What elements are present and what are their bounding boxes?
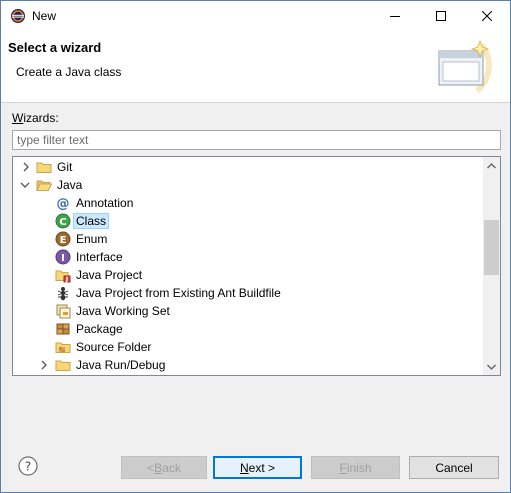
folder-open-icon [36, 180, 52, 191]
tree-item-enum[interactable]: E Enum [13, 230, 483, 248]
back-button[interactable]: < Back [121, 456, 207, 479]
svg-text:?: ? [25, 460, 31, 474]
cancel-button[interactable]: Cancel [409, 456, 499, 479]
close-icon [482, 11, 492, 21]
java-project-icon: J [55, 270, 71, 283]
next-button[interactable]: Next > [213, 456, 302, 479]
maximize-button[interactable] [418, 1, 464, 31]
package-icon [56, 323, 70, 335]
tree-item-label: Class [72, 213, 110, 229]
finish-button[interactable]: Finish [311, 456, 400, 479]
window-title: New [32, 9, 57, 23]
maximize-icon [436, 11, 446, 21]
help-icon[interactable]: ? [18, 456, 38, 476]
interface-icon: I [55, 249, 71, 265]
folder-icon [36, 162, 52, 173]
scroll-down-button[interactable] [483, 358, 500, 375]
tree-item-annotation[interactable]: @ Annotation [13, 194, 483, 212]
tree-item-interface[interactable]: I Interface [13, 248, 483, 266]
chevron-right-icon[interactable] [39, 359, 49, 371]
enum-icon: E [55, 231, 71, 247]
tree-item-source-folder[interactable]: Source Folder [13, 338, 483, 356]
chevron-up-icon [487, 162, 496, 168]
wizard-tree[interactable]: Git Java @ Annotation C Class E Enum I I… [12, 156, 501, 376]
chevron-down-icon [487, 364, 496, 370]
svg-text:@: @ [57, 197, 70, 212]
tree-item-class[interactable]: C Class [13, 212, 483, 230]
svg-text:C: C [59, 217, 66, 228]
tree-item-label: Java [57, 178, 83, 192]
svg-text:J: J [65, 276, 68, 283]
banner-title: Select a wizard [8, 40, 102, 55]
tree-item-ant-project[interactable]: Java Project from Existing Ant Buildfile [13, 284, 483, 302]
tree-item-label: Java Working Set [76, 304, 170, 318]
tree-item-java-project[interactable]: J Java Project [13, 266, 483, 284]
eclipse-icon [11, 9, 25, 23]
working-set-icon [56, 304, 71, 319]
ant-icon [57, 287, 69, 301]
minimize-icon [390, 16, 400, 17]
tree-item-java-run-debug[interactable]: Java Run/Debug [13, 356, 483, 374]
tree-item-label: Java Project [76, 268, 143, 282]
tree-item-label: Git [57, 160, 73, 174]
scroll-up-button[interactable] [483, 157, 500, 174]
class-icon: C [55, 213, 71, 229]
wizards-label: Wizards: [12, 111, 59, 125]
wizard-banner: Select a wizard Create a Java class [1, 31, 510, 103]
svg-text:I: I [61, 253, 65, 264]
filter-input[interactable] [12, 130, 501, 150]
annotation-icon: @ [57, 197, 70, 212]
tree-item-package[interactable]: Package [13, 320, 483, 338]
svg-text:E: E [60, 235, 67, 246]
wizard-banner-graphic [438, 39, 492, 94]
tree-item-label: Java Project from Existing Ant Buildfile [76, 286, 281, 300]
scrollbar-thumb[interactable] [484, 220, 499, 275]
tree-item-label: Package [76, 322, 123, 336]
chevron-right-icon[interactable] [21, 161, 31, 173]
tree-item-java-working-set[interactable]: Java Working Set [13, 302, 483, 320]
tree-item-label: Java Run/Debug [76, 358, 166, 372]
tree-item-label: Enum [76, 232, 108, 246]
tree-item-java[interactable]: Java [13, 176, 483, 194]
folder-icon [55, 360, 71, 371]
chevron-down-icon[interactable] [20, 179, 30, 191]
vertical-scrollbar[interactable] [483, 157, 500, 375]
tree-item-label: Source Folder [76, 340, 152, 354]
tree-item-label: Interface [76, 250, 123, 264]
new-wizard-dialog: New Select a wizard Create a Java class … [0, 0, 511, 493]
title-bar[interactable]: New [1, 1, 510, 31]
close-button[interactable] [464, 1, 510, 31]
minimize-button[interactable] [372, 1, 418, 31]
banner-description: Create a Java class [16, 65, 122, 79]
tree-item-label: Annotation [76, 196, 134, 210]
tree-item-git[interactable]: Git [13, 158, 483, 176]
source-folder-icon [55, 342, 71, 353]
